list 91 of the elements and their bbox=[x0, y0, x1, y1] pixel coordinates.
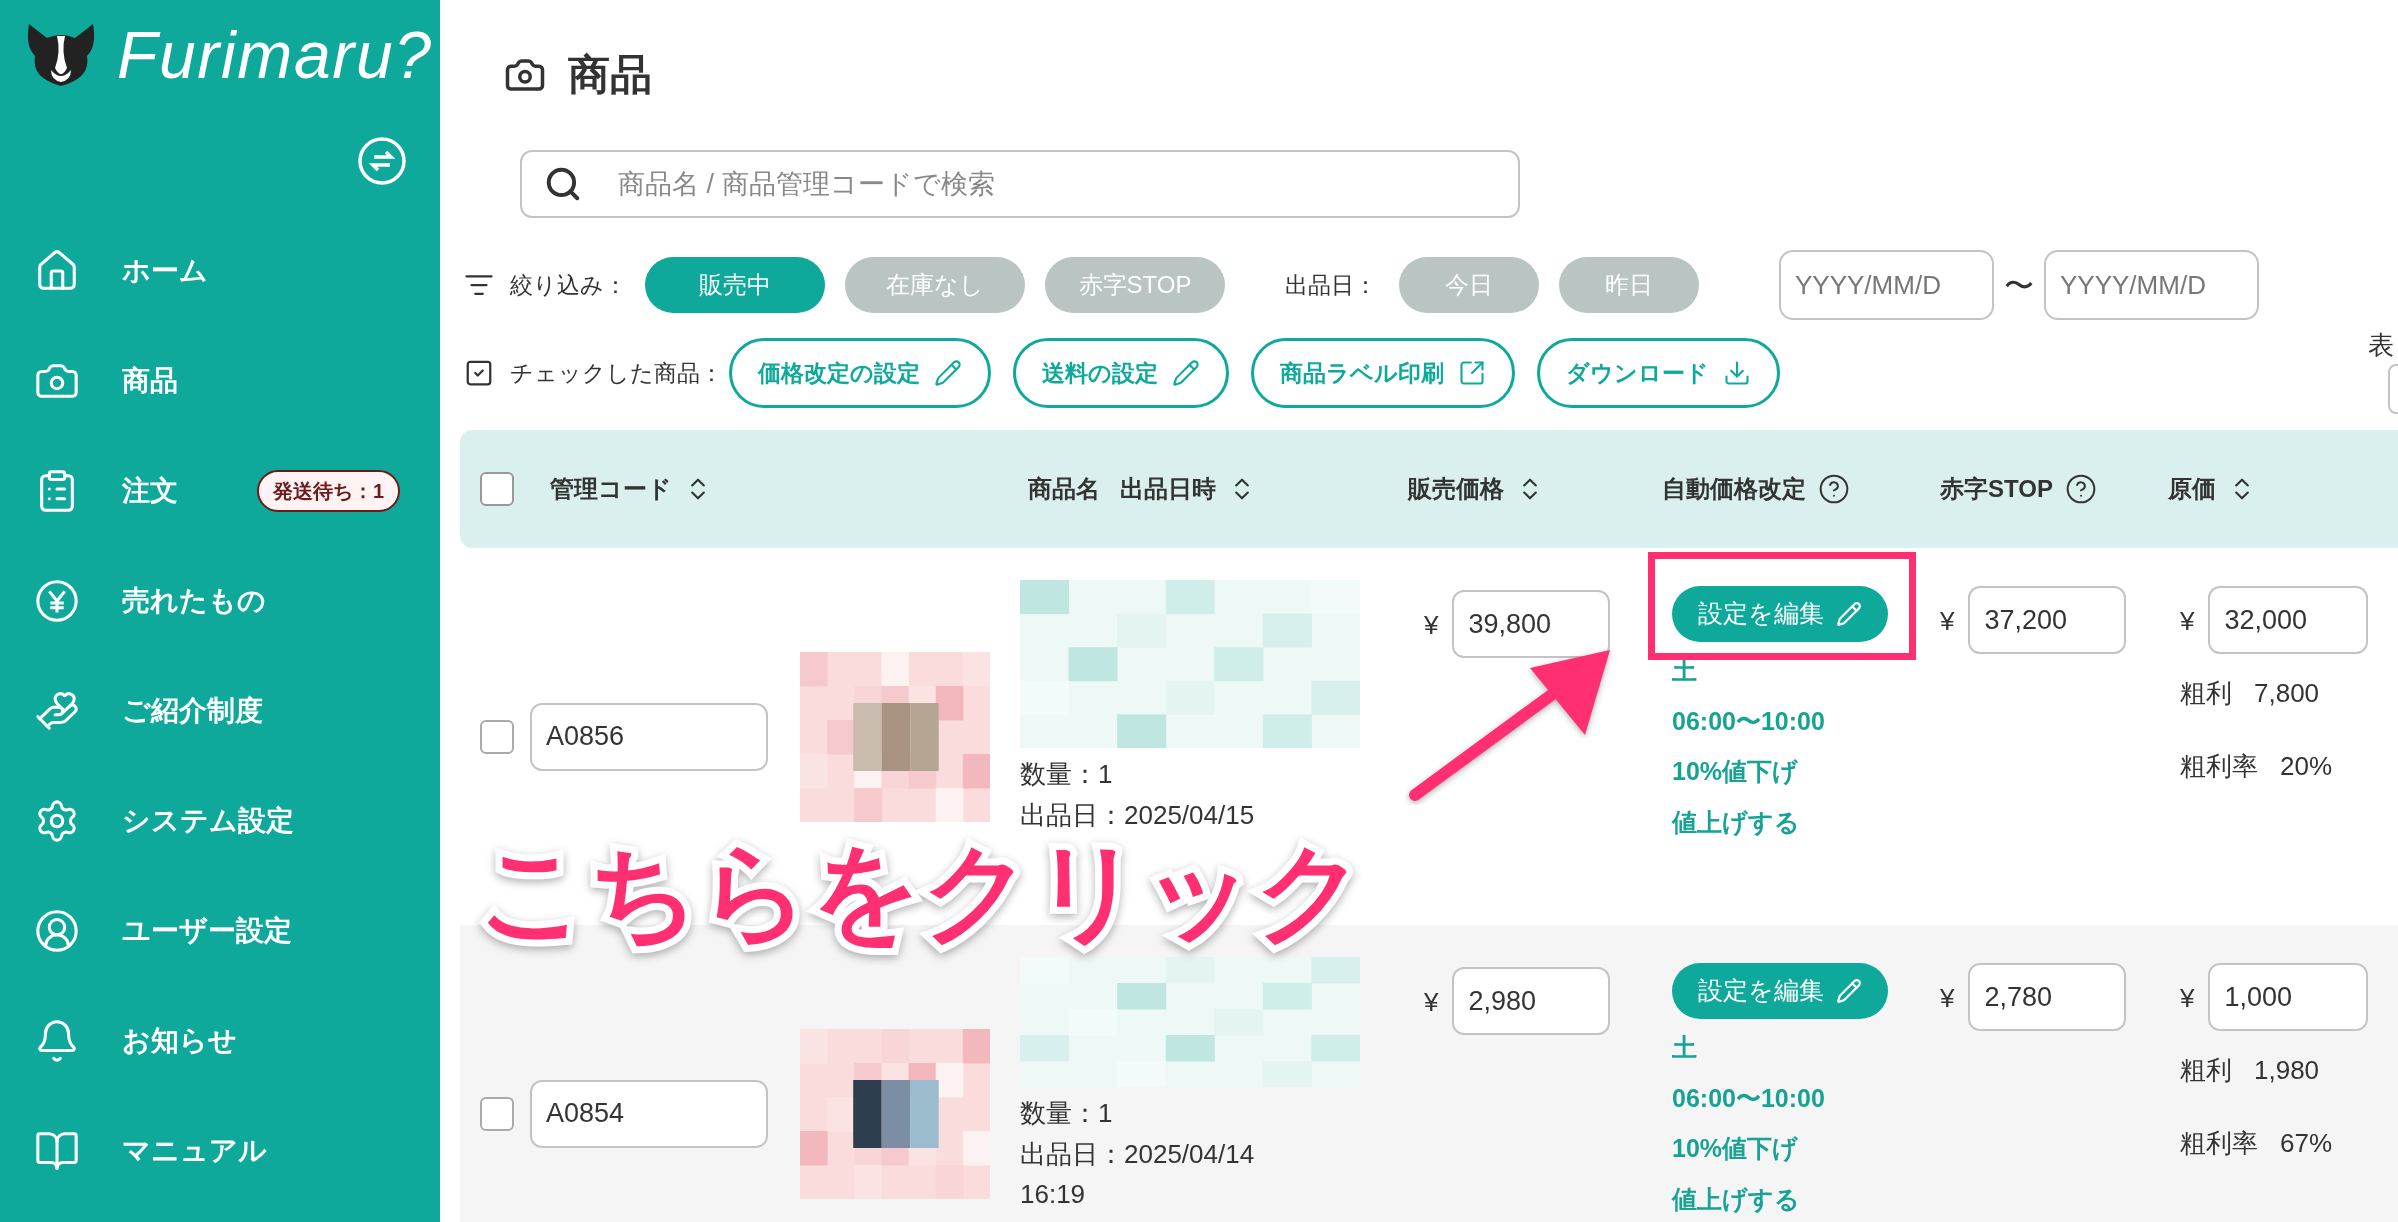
filter-chip[interactable]: 昨日 bbox=[1559, 257, 1699, 313]
listing-date: 出品日：2025/04/14 bbox=[1020, 1137, 1256, 1170]
sidebar-item[interactable]: ユーザー設定 bbox=[0, 876, 440, 986]
page-title: 商品 bbox=[568, 54, 652, 96]
user-icon bbox=[34, 908, 80, 954]
profit-label: 粗利 bbox=[2180, 677, 2232, 710]
column-header: 管理コード bbox=[550, 474, 672, 504]
display-label: 表 bbox=[2368, 329, 2394, 362]
schedule-text: 10%値下げ bbox=[1672, 756, 1800, 787]
swap-icon[interactable] bbox=[357, 136, 407, 186]
price-field[interactable]: 39,800 bbox=[1452, 590, 1611, 658]
column-header: 販売価格 bbox=[1408, 474, 1504, 504]
filter-chip[interactable]: 販売中 bbox=[645, 257, 825, 313]
date-filter-label: 出品日： bbox=[1285, 270, 1377, 300]
schedule-text: 土 bbox=[1672, 1032, 1698, 1063]
sidebar-item[interactable]: 商品 bbox=[0, 326, 440, 436]
currency-symbol: ¥ bbox=[1940, 605, 1955, 638]
sidebar-item[interactable]: 売れたもの bbox=[0, 546, 440, 656]
margin-value: 20% bbox=[2280, 750, 2333, 783]
filter-chip[interactable]: 在庫なし bbox=[845, 257, 1025, 313]
action-button[interactable]: 価格改定の設定 bbox=[729, 338, 991, 408]
checkbox-icon bbox=[464, 358, 494, 388]
quantity-text: 数量：1 bbox=[1020, 758, 1114, 791]
sidebar-item[interactable]: お知らせ bbox=[0, 986, 440, 1096]
currency-symbol: ¥ bbox=[2180, 605, 2195, 638]
schedule-text: 10%値下げ bbox=[1672, 1133, 1800, 1164]
currency-symbol: ¥ bbox=[1940, 982, 1955, 1015]
filter-chip[interactable]: 今日 bbox=[1399, 257, 1539, 313]
sidebar-item[interactable]: ホーム bbox=[0, 216, 440, 326]
price-field[interactable]: 2,980 bbox=[1452, 967, 1611, 1035]
currency-symbol: ¥ bbox=[2180, 982, 2195, 1015]
range-separator: 〜 bbox=[2004, 267, 2034, 304]
pencil-icon bbox=[1836, 978, 1862, 1004]
select-all-checkbox[interactable] bbox=[480, 472, 514, 506]
code-field[interactable]: A0856 bbox=[530, 702, 768, 771]
column-header: 自動価格改定 bbox=[1662, 474, 1806, 504]
profit-value: 1,980 bbox=[2254, 1054, 2320, 1087]
help-icon[interactable] bbox=[2064, 473, 2097, 505]
column-header: 出品日時 bbox=[1120, 474, 1216, 504]
currency-symbol: ¥ bbox=[1424, 986, 1439, 1019]
sidebar-item[interactable]: マニュアル bbox=[0, 1096, 440, 1206]
margin-label: 粗利率 bbox=[2180, 1127, 2258, 1160]
pencil-icon bbox=[1172, 359, 1200, 387]
yen-icon bbox=[34, 578, 80, 624]
listing-date: 出品日：2025/04/15 bbox=[1020, 798, 1256, 831]
sidebar-item[interactable]: ご紹介制度 bbox=[0, 656, 440, 766]
filter-label: 絞り込み： bbox=[510, 270, 627, 300]
bulk-action-label: チェックした商品： bbox=[510, 358, 723, 388]
column-header: 商品名 bbox=[1028, 474, 1100, 504]
row-checkbox[interactable] bbox=[480, 1096, 514, 1131]
schedule-text: 値上げする bbox=[1672, 806, 1801, 838]
listing-time: 16:19 bbox=[1020, 1178, 1087, 1211]
dog-logo-icon bbox=[25, 22, 97, 88]
annotation-text: こちらをクリック bbox=[478, 838, 1366, 946]
logo-text: Furimaru? bbox=[117, 22, 433, 88]
schedule-text: 土 bbox=[1672, 655, 1698, 686]
stop-price-field[interactable]: 37,200 bbox=[1968, 586, 2127, 654]
edit-settings-button[interactable]: 設定を編集 bbox=[1672, 586, 1888, 642]
pencil-icon bbox=[1836, 601, 1862, 627]
sidebar-item[interactable]: システム設定 bbox=[0, 766, 440, 876]
external-link-icon bbox=[1458, 359, 1486, 387]
date-field[interactable]: YYYY/MM/D bbox=[1779, 250, 1994, 320]
search-icon bbox=[544, 165, 582, 203]
profit-value: 7,800 bbox=[2254, 677, 2320, 710]
margin-value: 67% bbox=[2280, 1127, 2333, 1160]
cost-field[interactable]: 32,000 bbox=[2208, 586, 2369, 654]
download-icon bbox=[1723, 359, 1751, 387]
column-header: 原価 bbox=[2168, 474, 2216, 504]
cost-field[interactable]: 1,000 bbox=[2208, 963, 2369, 1031]
filter-chip[interactable]: 赤字STOP bbox=[1045, 257, 1225, 313]
sidebar-item[interactable]: 注文 発送待ち：1 bbox=[0, 436, 440, 546]
schedule-text: 06:00〜10:00 bbox=[1672, 705, 1826, 737]
edit-settings-button[interactable]: 設定を編集 bbox=[1672, 963, 1888, 1019]
column-header: 赤字STOP bbox=[1940, 474, 2053, 504]
row-checkbox[interactable] bbox=[480, 719, 514, 754]
date-field[interactable]: YYYY/MM/D bbox=[2044, 250, 2259, 320]
pencil-icon bbox=[934, 359, 962, 387]
schedule-text: 値上げする bbox=[1672, 1183, 1801, 1215]
schedule-text: 06:00〜10:00 bbox=[1672, 1082, 1826, 1114]
profit-label: 粗利 bbox=[2180, 1054, 2232, 1087]
search-field[interactable]: 商品名 / 商品管理コードで検索 bbox=[520, 150, 1520, 218]
quantity-text: 数量：1 bbox=[1020, 1097, 1114, 1130]
action-button[interactable]: 商品ラベル印刷 bbox=[1251, 338, 1515, 408]
help-icon[interactable] bbox=[1818, 473, 1850, 505]
action-button[interactable]: 送料の設定 bbox=[1013, 338, 1229, 408]
action-button[interactable]: ダウンロード bbox=[1537, 338, 1780, 408]
currency-symbol: ¥ bbox=[1424, 609, 1439, 642]
status-badge: 発送待ち：1 bbox=[256, 470, 400, 512]
margin-label: 粗利率 bbox=[2180, 750, 2258, 783]
code-field[interactable]: A0854 bbox=[530, 1079, 768, 1148]
stop-price-field[interactable]: 2,780 bbox=[1968, 963, 2127, 1031]
